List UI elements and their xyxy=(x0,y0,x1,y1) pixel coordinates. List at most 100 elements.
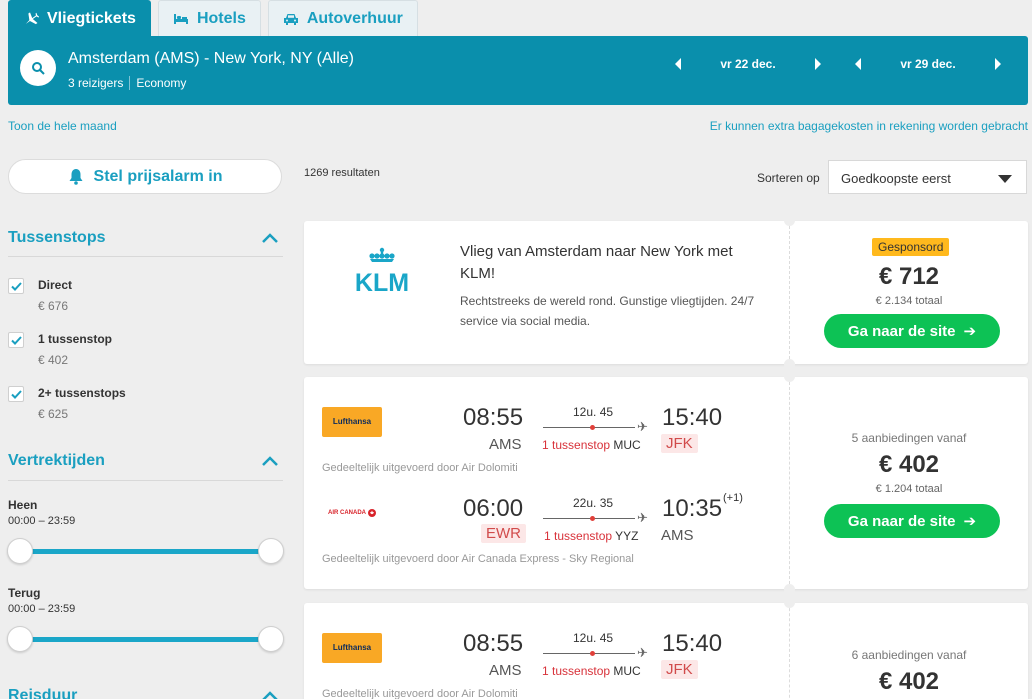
route-line xyxy=(543,653,635,654)
plane-icon: ✈ xyxy=(637,419,648,434)
stop-dot xyxy=(590,425,595,430)
divider xyxy=(8,480,283,481)
ad-description: Rechtstreeks de wereld rond. Gunstige vl… xyxy=(460,294,755,328)
arrival-time: 15:40 xyxy=(662,630,723,657)
flight-duration: 12u. 45 xyxy=(573,405,614,419)
search-summary-bar[interactable]: Amsterdam (AMS) - New York, NY (Alle) 3 … xyxy=(8,36,1028,105)
results-count: 1269 resultaten xyxy=(304,167,380,179)
departure-airport: AMS xyxy=(489,662,522,679)
chevron-up-icon[interactable] xyxy=(262,691,278,699)
duration-filter-title[interactable]: Reisduur xyxy=(8,687,77,699)
chevron-left-icon xyxy=(855,58,861,70)
arrival-airport: JFK xyxy=(661,434,698,453)
whole-month-link[interactable]: Toon de hele maand xyxy=(8,119,117,133)
sponsored-card[interactable]: KLM Vlieg van Amsterdam naar New York me… xyxy=(304,215,1028,370)
departure-time: 08:55 xyxy=(463,630,524,657)
result-total-price: € 1.204 totaal xyxy=(875,483,943,495)
bed-icon xyxy=(173,13,188,24)
next-day-indicator: (+1) xyxy=(723,492,743,504)
divider xyxy=(8,256,283,257)
return-time-slider[interactable] xyxy=(20,637,270,642)
tab-hotels-label: Hotels xyxy=(196,9,246,27)
arrow-right-icon: ➔ xyxy=(963,513,977,530)
stops-filter-title[interactable]: Tussenstops xyxy=(8,229,106,247)
stop-option-price: € 402 xyxy=(38,353,69,367)
return-time-label: Terug xyxy=(8,586,41,600)
stop-info: 1 tussenstop YYZ xyxy=(544,529,639,543)
search-icon xyxy=(32,62,45,75)
depart-next-button[interactable] xyxy=(808,58,828,70)
outbound-time-label: Heen xyxy=(8,498,38,512)
stop-option-price: € 625 xyxy=(38,407,69,421)
go-to-site-button[interactable]: Ga naar de site ➔ xyxy=(824,504,1000,538)
return-prev-button[interactable] xyxy=(848,58,868,70)
ad-total-price: € 2.134 totaal xyxy=(875,295,943,307)
depart-prev-button[interactable] xyxy=(668,58,688,70)
outbound-time-slider[interactable] xyxy=(20,549,270,554)
chevron-up-icon[interactable] xyxy=(262,456,278,466)
checkmark-icon xyxy=(10,281,22,291)
search-button[interactable] xyxy=(20,50,56,86)
search-route: Amsterdam (AMS) - New York, NY (Alle) xyxy=(68,50,354,67)
slider-handle-min[interactable] xyxy=(7,626,33,652)
arrival-time: 10:35 xyxy=(662,495,723,522)
return-next-button[interactable] xyxy=(988,58,1008,70)
go-to-site-button[interactable]: Ga naar de site ➔ xyxy=(824,314,1000,348)
stop-airport: YYZ xyxy=(615,529,639,543)
result-card[interactable]: Lufthansa 08:55 AMS 12u. 45 ✈ 1 tussenst… xyxy=(304,597,1028,699)
chevron-left-icon xyxy=(675,58,681,70)
stop-dot xyxy=(590,651,595,656)
card-divider xyxy=(789,221,790,364)
ad-title[interactable]: Vlieg van Amsterdam naar New York met KL… xyxy=(460,241,770,285)
klm-logo: KLM xyxy=(355,247,409,294)
stop-info: 1 tussenstop MUC xyxy=(542,438,641,452)
checkbox[interactable] xyxy=(8,332,24,348)
plane-icon: ✈ xyxy=(637,510,648,525)
checkbox[interactable] xyxy=(8,386,24,402)
arrival-time: 15:40 xyxy=(662,404,723,431)
cta-label: Ga naar de site xyxy=(847,512,956,530)
price-alert-button[interactable]: Stel prijsalarm in xyxy=(8,159,282,194)
checkmark-icon xyxy=(10,389,22,399)
chevron-right-icon xyxy=(995,58,1001,70)
airline-name: AIR CANADA xyxy=(328,510,366,516)
chevron-up-icon[interactable] xyxy=(262,233,278,243)
sort-label: Sorteren op xyxy=(757,171,820,185)
slider-handle-max[interactable] xyxy=(258,626,284,652)
result-card[interactable]: Lufthansa 08:55 AMS 12u. 45 ✈ 1 tussenst… xyxy=(304,371,1028,595)
sort-dropdown[interactable]: Goedkoopste eerst xyxy=(828,160,1027,194)
svg-text:KLM: KLM xyxy=(355,269,409,294)
lufthansa-logo: Lufthansa xyxy=(322,633,382,663)
return-time-range: 00:00 – 23:59 xyxy=(8,603,76,615)
tab-cars[interactable]: Autoverhuur xyxy=(267,0,418,36)
stop-airport: MUC xyxy=(613,664,641,678)
bell-icon xyxy=(69,169,83,185)
operated-by: Gedeeltelijk uitgevoerd door Air Dolomit… xyxy=(322,462,518,474)
plane-icon: ✈ xyxy=(637,645,648,660)
tab-hotels[interactable]: Hotels xyxy=(157,0,261,36)
lufthansa-logo: Lufthansa xyxy=(322,407,382,437)
sort-value: Goedkoopste eerst xyxy=(841,171,951,186)
arrival-airport: JFK xyxy=(661,660,698,679)
checkbox[interactable] xyxy=(8,278,24,294)
stop-count: 1 tussenstop xyxy=(542,664,611,678)
depart-date[interactable]: vr 22 dec. xyxy=(688,57,808,71)
travelers-count: 3 reizigers xyxy=(68,76,124,90)
departure-time: 06:00 xyxy=(463,495,524,522)
flight-duration: 12u. 45 xyxy=(573,631,614,645)
tab-flights[interactable]: Vliegtickets xyxy=(8,0,151,36)
slider-handle-max[interactable] xyxy=(258,538,284,564)
sponsored-badge: Gesponsord xyxy=(872,238,950,256)
product-tabs: Vliegtickets Hotels Autoverhuur xyxy=(8,0,418,36)
outbound-time-range: 00:00 – 23:59 xyxy=(8,515,76,527)
card-notch xyxy=(784,359,795,370)
flight-duration: 22u. 35 xyxy=(573,496,614,510)
plane-icon xyxy=(25,11,39,24)
times-filter-title[interactable]: Vertrektijden xyxy=(8,452,105,470)
stop-count: 1 tussenstop xyxy=(544,529,613,543)
baggage-fees-link[interactable]: Er kunnen extra bagagekosten in rekening… xyxy=(710,119,1028,133)
return-date[interactable]: vr 29 dec. xyxy=(868,57,988,71)
air-canada-logo: AIR CANADA xyxy=(322,500,382,526)
slider-handle-min[interactable] xyxy=(7,538,33,564)
route-line xyxy=(543,518,635,519)
